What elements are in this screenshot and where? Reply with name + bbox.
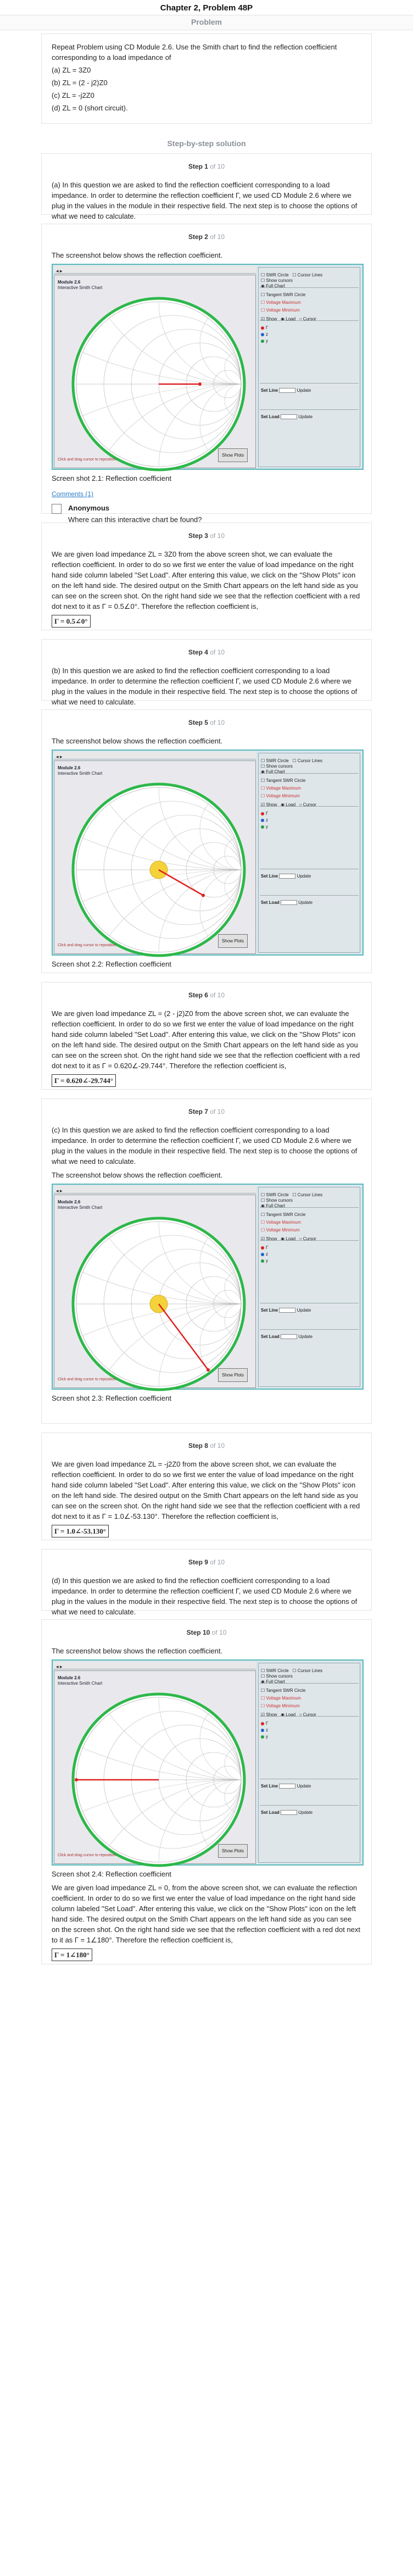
drag-hint: Click and drag cursor to reposition	[58, 943, 116, 947]
problem-item-c: (c) ZL = -j2Z0	[52, 91, 94, 99]
step-heading: Step 5 of 10	[188, 719, 225, 726]
step-heading: Step 1 of 10	[188, 163, 225, 170]
step-text: We are given load impedance ZL = 3Z0 fro…	[52, 550, 360, 610]
comment-text: Where can this interactive chart be foun…	[68, 515, 202, 524]
sim-menubar: ◂ ▸	[54, 1186, 256, 1193]
show-options[interactable]: ☑ Show ◉ Load ○ Cursor	[261, 1709, 316, 1720]
chart-area: Module 2.6 Interactive Smith Chart Click …	[54, 760, 256, 957]
answer-box: Γ = 1.0∠-53.130°	[52, 1525, 109, 1537]
show-options[interactable]: ☑ Show ◉ Load ○ Cursor	[261, 800, 316, 810]
result-row: y	[261, 821, 268, 832]
update-line-input[interactable]	[279, 874, 296, 879]
problem-item-a: (a) ZL = 3Z0	[52, 66, 91, 74]
step-1: Step 1 of 10 (a) In this question we are…	[41, 153, 372, 220]
step-text: The screenshot below shows the reflectio…	[52, 1647, 223, 1655]
problem-intro: Repeat Problem using CD Module 2.6. Use …	[52, 43, 337, 62]
step-heading: Step 8 of 10	[188, 1442, 225, 1450]
set-line-row: Set Line Update	[261, 1308, 311, 1313]
step-heading: Step 3 of 10	[188, 532, 225, 540]
step-text: The screenshot below shows the reflectio…	[52, 251, 223, 259]
set-line-row: Set Line Update	[261, 388, 311, 393]
smith-chart-screenshot: ◂ ▸ Module 2.6 Interactive Smith Chart Cl…	[52, 1184, 364, 1391]
drag-hint: Click and drag cursor to reposition	[58, 458, 116, 462]
answer-box: Γ = 0.5∠0°	[52, 615, 91, 628]
problem-item-d: (d) ZL = 0 (short circuit).	[52, 104, 128, 112]
step-8: Step 8 of 10 We are given load impedance…	[41, 1433, 372, 1540]
step-4: Step 4 of 10 (b) In this question we are…	[41, 639, 372, 706]
problem-item-b: (b) ZL = (2 - j2)Z0	[52, 79, 108, 87]
step-text: We are given load impedance ZL = -j2Z0 f…	[52, 1460, 360, 1520]
update-load-input[interactable]	[281, 414, 298, 420]
step-text-2: The screenshot below shows the reflectio…	[52, 1171, 223, 1179]
control-panel: ☐ SWR Circle ☐ Cursor Lines ☐ Show curso…	[258, 753, 360, 953]
set-line-row: Set Line Update	[261, 1784, 311, 1789]
step-text: The screenshot below shows the reflectio…	[52, 737, 223, 745]
answer-box: Γ = 1∠180°	[52, 1948, 92, 1961]
step-by-step-title: Step-by-step solution	[167, 139, 246, 148]
step-2: Step 2 of 10 The screenshot below shows …	[41, 224, 372, 524]
step-9: Step 9 of 10 (d) In this question we are…	[41, 1549, 372, 1616]
problem-label: Problem	[0, 15, 413, 30]
step-text: (a) In this question we are asked to fin…	[52, 181, 358, 220]
control-panel: ☐ SWR Circle ☐ Cursor Lines ☐ Show curso…	[258, 1663, 360, 1863]
step-text: (b) In this question we are asked to fin…	[52, 667, 358, 706]
comment: Anonymous Where can this interactive cha…	[52, 503, 361, 525]
chart-area: Module 2.6 Interactive Smith Chart Click …	[54, 275, 256, 471]
step-text: (c) In this question we are asked to fin…	[52, 1126, 358, 1165]
smith-chart-screenshot: ◂ ▸ Module 2.6 Interactive Smith Chart Cl…	[52, 1659, 364, 1867]
step-3: Step 3 of 10 We are given load impedance…	[41, 523, 372, 630]
sim-menubar: ◂ ▸	[54, 1662, 256, 1669]
step-heading: Step 6 of 10	[188, 991, 225, 999]
comment-author: Anonymous	[68, 504, 110, 512]
show-plots-button[interactable]: Show Plots	[217, 448, 248, 462]
answer-box: Γ = 0.620∠-29.744°	[52, 1074, 116, 1087]
step-heading: Step 10 of 10	[186, 1629, 227, 1636]
control-panel: ☐ SWR Circle ☐ Cursor Lines ☐ Show curso…	[258, 1187, 360, 1387]
set-line-row: Set Line Update	[261, 874, 311, 879]
sim-menubar: ◂ ▸	[54, 752, 256, 759]
step-heading: Step 7 of 10	[188, 1108, 225, 1115]
control-panel: ☐ SWR Circle ☐ Cursor Lines ☐ Show curso…	[258, 267, 360, 467]
set-load-row: Set Load Update	[261, 900, 313, 906]
result-row: y	[261, 1256, 268, 1266]
update-load-input[interactable]	[281, 1810, 298, 1816]
sim-menubar: ◂ ▸	[54, 266, 256, 274]
step-text: (d) In this question we are asked to fin…	[52, 1576, 358, 1616]
result-row: y	[261, 1731, 268, 1742]
show-options[interactable]: ☑ Show ◉ Load ○ Cursor	[261, 314, 316, 324]
step-heading: Step 4 of 10	[188, 648, 225, 656]
step-5: Step 5 of 10 The screenshot below shows …	[41, 709, 372, 973]
update-line-input[interactable]	[279, 1784, 296, 1789]
comment-checkbox[interactable]	[52, 504, 62, 514]
result-row: y	[261, 336, 268, 346]
show-options[interactable]: ☑ Show ◉ Load ○ Cursor	[261, 1234, 316, 1244]
chart-area: Module 2.6 Interactive Smith Chart Click …	[54, 1670, 256, 1867]
solution-page: Chapter 2, Problem 48P Problem Repeat Pr…	[0, 0, 413, 2576]
step-text: We are given load impedance ZL = (2 - j2…	[52, 1009, 360, 1070]
smith-chart-screenshot: ◂ ▸ Module 2.6 Interactive Smith Chart Cl…	[52, 750, 364, 957]
update-line-input[interactable]	[279, 388, 296, 393]
step-10: Step 10 of 10 The screenshot below shows…	[41, 1619, 372, 1964]
set-load-row: Set Load Update	[261, 414, 313, 420]
set-load-row: Set Load Update	[261, 1810, 313, 1816]
set-load-row: Set Load Update	[261, 1334, 313, 1340]
update-line-input[interactable]	[279, 1308, 296, 1313]
update-load-input[interactable]	[281, 1334, 298, 1340]
step-text-2: We are given load impedance ZL = 0, from…	[52, 1884, 360, 1944]
problem-statement: Repeat Problem using CD Module 2.6. Use …	[41, 34, 372, 124]
drag-hint: Click and drag cursor to reposition	[58, 1853, 116, 1857]
step-7: Step 7 of 10 (c) In this question we are…	[41, 1098, 372, 1424]
step-6: Step 6 of 10 We are given load impedance…	[41, 982, 372, 1090]
show-plots-button[interactable]: Show Plots	[217, 1368, 248, 1382]
update-load-input[interactable]	[281, 900, 298, 906]
drag-hint: Click and drag cursor to reposition	[58, 1378, 116, 1381]
show-plots-button[interactable]: Show Plots	[217, 1844, 248, 1858]
chapter-title: Chapter 2, Problem 48P	[160, 3, 253, 13]
show-plots-button[interactable]: Show Plots	[217, 934, 248, 948]
chart-area: Module 2.6 Interactive Smith Chart Click …	[54, 1195, 256, 1391]
step-heading: Step 2 of 10	[188, 233, 225, 241]
smith-chart-screenshot: ◂ ▸ Module 2.6 Interactive Smith Chart Cl…	[52, 264, 364, 471]
comments-link[interactable]: Comments (1)	[52, 489, 361, 499]
step-heading: Step 9 of 10	[188, 1558, 225, 1566]
